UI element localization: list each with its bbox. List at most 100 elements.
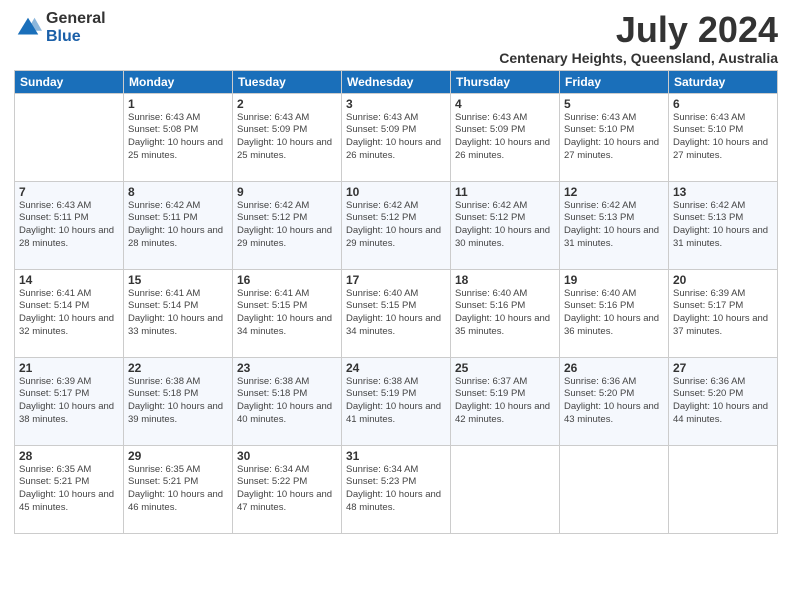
day-info: Sunrise: 6:40 AM Sunset: 5:16 PM Dayligh… xyxy=(455,288,555,339)
day-number: 15 xyxy=(128,273,228,287)
calendar-cell: 24Sunrise: 6:38 AM Sunset: 5:19 PM Dayli… xyxy=(342,357,451,445)
day-info: Sunrise: 6:42 AM Sunset: 5:12 PM Dayligh… xyxy=(455,200,555,251)
day-info: Sunrise: 6:39 AM Sunset: 5:17 PM Dayligh… xyxy=(673,288,773,339)
calendar-cell: 2Sunrise: 6:43 AM Sunset: 5:09 PM Daylig… xyxy=(233,93,342,181)
day-info: Sunrise: 6:43 AM Sunset: 5:09 PM Dayligh… xyxy=(455,112,555,163)
day-info: Sunrise: 6:40 AM Sunset: 5:15 PM Dayligh… xyxy=(346,288,446,339)
day-number: 8 xyxy=(128,185,228,199)
logo: General Blue xyxy=(14,10,106,45)
calendar-header-sunday: Sunday xyxy=(15,70,124,93)
day-info: Sunrise: 6:34 AM Sunset: 5:23 PM Dayligh… xyxy=(346,464,446,515)
day-info: Sunrise: 6:37 AM Sunset: 5:19 PM Dayligh… xyxy=(455,376,555,427)
day-info: Sunrise: 6:43 AM Sunset: 5:10 PM Dayligh… xyxy=(673,112,773,163)
day-number: 24 xyxy=(346,361,446,375)
day-info: Sunrise: 6:42 AM Sunset: 5:12 PM Dayligh… xyxy=(237,200,337,251)
calendar-cell: 13Sunrise: 6:42 AM Sunset: 5:13 PM Dayli… xyxy=(669,181,778,269)
day-number: 20 xyxy=(673,273,773,287)
calendar-cell: 28Sunrise: 6:35 AM Sunset: 5:21 PM Dayli… xyxy=(15,445,124,533)
day-info: Sunrise: 6:38 AM Sunset: 5:18 PM Dayligh… xyxy=(237,376,337,427)
day-number: 11 xyxy=(455,185,555,199)
day-info: Sunrise: 6:43 AM Sunset: 5:10 PM Dayligh… xyxy=(564,112,664,163)
calendar-header-wednesday: Wednesday xyxy=(342,70,451,93)
calendar-cell: 25Sunrise: 6:37 AM Sunset: 5:19 PM Dayli… xyxy=(451,357,560,445)
day-info: Sunrise: 6:42 AM Sunset: 5:13 PM Dayligh… xyxy=(673,200,773,251)
day-info: Sunrise: 6:41 AM Sunset: 5:15 PM Dayligh… xyxy=(237,288,337,339)
day-info: Sunrise: 6:42 AM Sunset: 5:12 PM Dayligh… xyxy=(346,200,446,251)
calendar-cell: 23Sunrise: 6:38 AM Sunset: 5:18 PM Dayli… xyxy=(233,357,342,445)
calendar-header-friday: Friday xyxy=(560,70,669,93)
logo-general: General xyxy=(46,10,106,28)
day-number: 9 xyxy=(237,185,337,199)
calendar-cell: 21Sunrise: 6:39 AM Sunset: 5:17 PM Dayli… xyxy=(15,357,124,445)
calendar-cell: 19Sunrise: 6:40 AM Sunset: 5:16 PM Dayli… xyxy=(560,269,669,357)
calendar-cell: 15Sunrise: 6:41 AM Sunset: 5:14 PM Dayli… xyxy=(124,269,233,357)
day-number: 7 xyxy=(19,185,119,199)
logo-text: General Blue xyxy=(46,10,106,45)
month-title: July 2024 xyxy=(499,10,778,50)
calendar-header-thursday: Thursday xyxy=(451,70,560,93)
day-info: Sunrise: 6:41 AM Sunset: 5:14 PM Dayligh… xyxy=(19,288,119,339)
calendar-week-2: 7Sunrise: 6:43 AM Sunset: 5:11 PM Daylig… xyxy=(15,181,778,269)
calendar-cell: 8Sunrise: 6:42 AM Sunset: 5:11 PM Daylig… xyxy=(124,181,233,269)
day-number: 17 xyxy=(346,273,446,287)
day-number: 28 xyxy=(19,449,119,463)
calendar-week-4: 21Sunrise: 6:39 AM Sunset: 5:17 PM Dayli… xyxy=(15,357,778,445)
header: General Blue July 2024 Centenary Heights… xyxy=(14,10,778,66)
calendar-cell: 30Sunrise: 6:34 AM Sunset: 5:22 PM Dayli… xyxy=(233,445,342,533)
day-info: Sunrise: 6:41 AM Sunset: 5:14 PM Dayligh… xyxy=(128,288,228,339)
day-info: Sunrise: 6:42 AM Sunset: 5:13 PM Dayligh… xyxy=(564,200,664,251)
calendar-cell xyxy=(15,93,124,181)
calendar-cell: 14Sunrise: 6:41 AM Sunset: 5:14 PM Dayli… xyxy=(15,269,124,357)
day-info: Sunrise: 6:35 AM Sunset: 5:21 PM Dayligh… xyxy=(19,464,119,515)
day-number: 19 xyxy=(564,273,664,287)
calendar-cell: 4Sunrise: 6:43 AM Sunset: 5:09 PM Daylig… xyxy=(451,93,560,181)
day-info: Sunrise: 6:38 AM Sunset: 5:19 PM Dayligh… xyxy=(346,376,446,427)
calendar-cell: 7Sunrise: 6:43 AM Sunset: 5:11 PM Daylig… xyxy=(15,181,124,269)
page-container: General Blue July 2024 Centenary Heights… xyxy=(0,0,792,612)
day-number: 14 xyxy=(19,273,119,287)
location: Centenary Heights, Queensland, Australia xyxy=(499,50,778,66)
calendar-cell: 18Sunrise: 6:40 AM Sunset: 5:16 PM Dayli… xyxy=(451,269,560,357)
calendar-cell: 16Sunrise: 6:41 AM Sunset: 5:15 PM Dayli… xyxy=(233,269,342,357)
day-info: Sunrise: 6:43 AM Sunset: 5:09 PM Dayligh… xyxy=(346,112,446,163)
calendar-cell: 26Sunrise: 6:36 AM Sunset: 5:20 PM Dayli… xyxy=(560,357,669,445)
day-info: Sunrise: 6:36 AM Sunset: 5:20 PM Dayligh… xyxy=(564,376,664,427)
title-block: July 2024 Centenary Heights, Queensland,… xyxy=(499,10,778,66)
calendar-header-saturday: Saturday xyxy=(669,70,778,93)
day-number: 13 xyxy=(673,185,773,199)
day-number: 12 xyxy=(564,185,664,199)
day-number: 18 xyxy=(455,273,555,287)
calendar-cell xyxy=(451,445,560,533)
logo-icon xyxy=(14,14,42,42)
calendar-cell: 12Sunrise: 6:42 AM Sunset: 5:13 PM Dayli… xyxy=(560,181,669,269)
logo-blue: Blue xyxy=(46,28,106,46)
day-info: Sunrise: 6:34 AM Sunset: 5:22 PM Dayligh… xyxy=(237,464,337,515)
day-info: Sunrise: 6:40 AM Sunset: 5:16 PM Dayligh… xyxy=(564,288,664,339)
day-number: 26 xyxy=(564,361,664,375)
calendar-cell: 22Sunrise: 6:38 AM Sunset: 5:18 PM Dayli… xyxy=(124,357,233,445)
calendar-cell xyxy=(560,445,669,533)
calendar-cell: 9Sunrise: 6:42 AM Sunset: 5:12 PM Daylig… xyxy=(233,181,342,269)
day-number: 3 xyxy=(346,97,446,111)
calendar-cell xyxy=(669,445,778,533)
day-number: 21 xyxy=(19,361,119,375)
calendar-cell: 29Sunrise: 6:35 AM Sunset: 5:21 PM Dayli… xyxy=(124,445,233,533)
day-number: 22 xyxy=(128,361,228,375)
day-number: 5 xyxy=(564,97,664,111)
calendar-week-1: 1Sunrise: 6:43 AM Sunset: 5:08 PM Daylig… xyxy=(15,93,778,181)
calendar-header-monday: Monday xyxy=(124,70,233,93)
day-info: Sunrise: 6:36 AM Sunset: 5:20 PM Dayligh… xyxy=(673,376,773,427)
calendar-week-3: 14Sunrise: 6:41 AM Sunset: 5:14 PM Dayli… xyxy=(15,269,778,357)
calendar-cell: 27Sunrise: 6:36 AM Sunset: 5:20 PM Dayli… xyxy=(669,357,778,445)
day-info: Sunrise: 6:35 AM Sunset: 5:21 PM Dayligh… xyxy=(128,464,228,515)
day-number: 23 xyxy=(237,361,337,375)
day-info: Sunrise: 6:42 AM Sunset: 5:11 PM Dayligh… xyxy=(128,200,228,251)
calendar-cell: 1Sunrise: 6:43 AM Sunset: 5:08 PM Daylig… xyxy=(124,93,233,181)
day-info: Sunrise: 6:43 AM Sunset: 5:09 PM Dayligh… xyxy=(237,112,337,163)
day-number: 31 xyxy=(346,449,446,463)
day-number: 27 xyxy=(673,361,773,375)
calendar-cell: 3Sunrise: 6:43 AM Sunset: 5:09 PM Daylig… xyxy=(342,93,451,181)
calendar-table: SundayMondayTuesdayWednesdayThursdayFrid… xyxy=(14,70,778,534)
day-info: Sunrise: 6:43 AM Sunset: 5:08 PM Dayligh… xyxy=(128,112,228,163)
day-number: 25 xyxy=(455,361,555,375)
